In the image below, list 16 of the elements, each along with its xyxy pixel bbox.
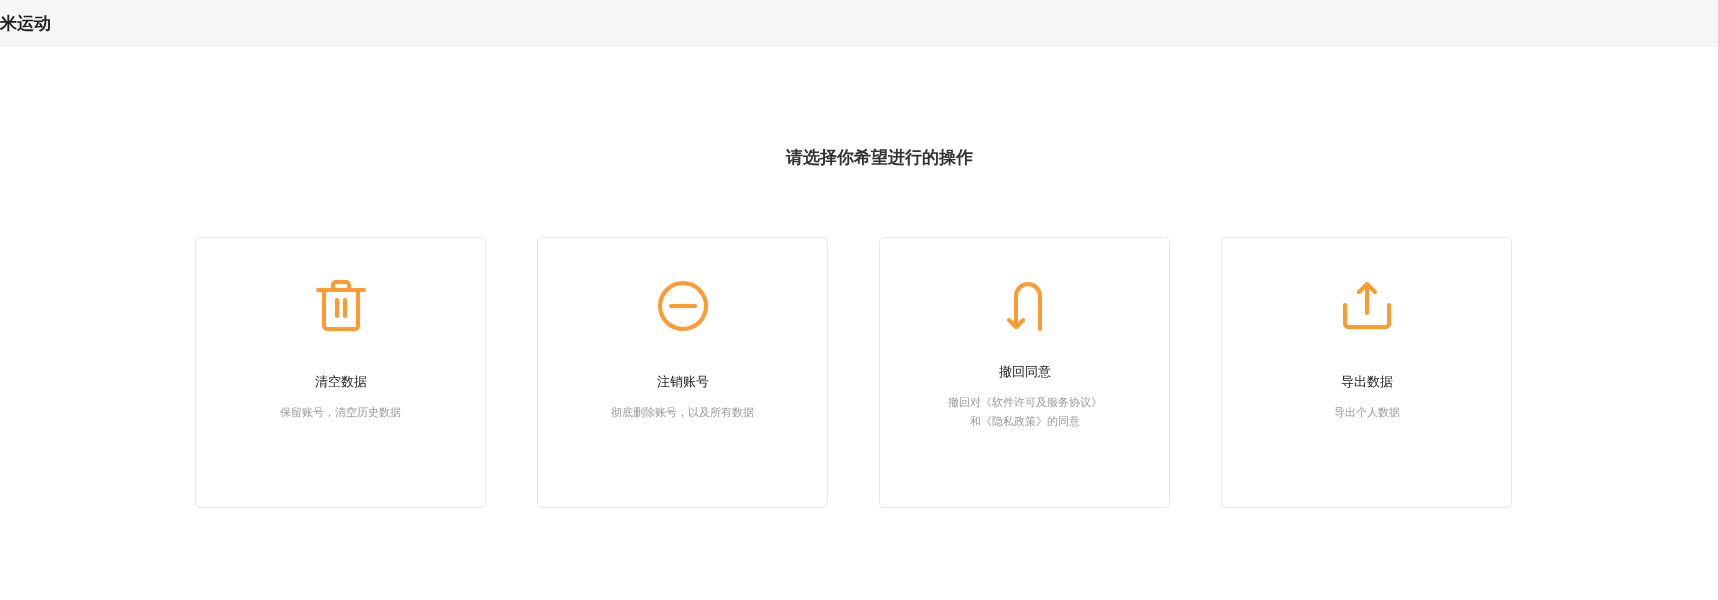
card-description: 彻底删除账号，以及所有数据	[611, 405, 754, 421]
card-title: 清空数据	[314, 373, 367, 391]
card-description: 导出个人数据	[1333, 405, 1400, 421]
card-title: 撤回同意	[998, 363, 1051, 381]
card-title: 注销账号	[656, 373, 709, 391]
card-title: 导出数据	[1340, 373, 1393, 391]
minus-circle-icon	[655, 279, 710, 333]
option-card[interactable]: 导出数据 导出个人数据	[1221, 237, 1512, 508]
card-description: 保留账号，清空历史数据	[280, 405, 401, 421]
option-card[interactable]: 清空数据 保留账号，清空历史数据	[195, 237, 486, 508]
option-card[interactable]: 撤回同意 撤回对《软件许可及服务协议》 和《隐私政策》的同意	[879, 237, 1170, 508]
card-description: 撤回对《软件许可及服务协议》 和《隐私政策》的同意	[947, 395, 1102, 430]
trash-icon	[313, 279, 368, 333]
option-card[interactable]: 注销账号 彻底删除账号，以及所有数据	[537, 237, 828, 508]
app-title: 米运动	[0, 12, 51, 35]
page-heading: 请选择你希望进行的操作	[784, 146, 974, 169]
